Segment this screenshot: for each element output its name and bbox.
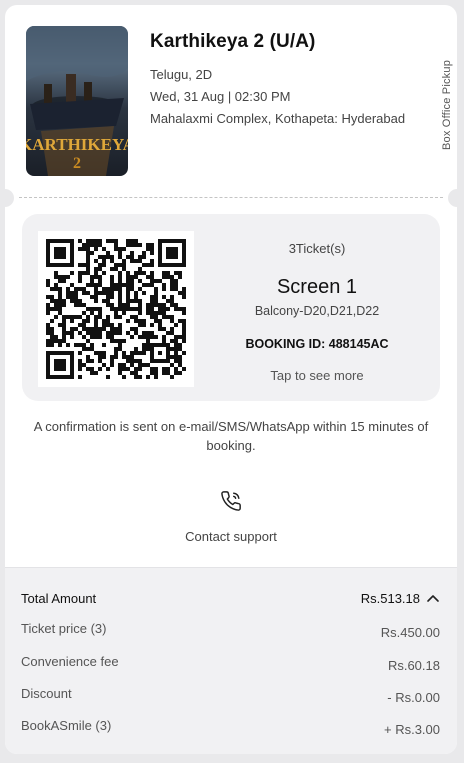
summary-row-ticket-price: Ticket price (3) Rs.450.00 — [21, 621, 440, 640]
language-format: Telugu, 2D — [150, 67, 213, 82]
tap-to-see-more-link[interactable]: Tap to see more — [194, 368, 440, 383]
booking-id: BOOKING ID: 488145AC — [245, 337, 389, 351]
total-amount-row[interactable]: Total Amount Rs.513.18 — [21, 591, 440, 606]
chevron-up-icon[interactable] — [426, 593, 440, 603]
qr-code — [38, 231, 194, 387]
ticket-qr-card[interactable]: 3Ticket(s) Screen 1 Balcony-D20,D21,D22 … — [22, 214, 440, 401]
total-amount-label: Total Amount — [21, 591, 97, 606]
summary-value: + Rs.3.00 — [383, 722, 440, 737]
ticket-notch-left — [5, 189, 14, 207]
ticket-count: 3Ticket(s) — [288, 241, 346, 256]
summary-row-convenience-fee: Convenience fee Rs.60.18 — [21, 654, 440, 673]
poster-number: 2 — [73, 155, 81, 172]
contact-support-link[interactable]: Contact support — [5, 529, 457, 544]
summary-label: BookASmile (3) — [21, 718, 112, 733]
summary-value: Rs.450.00 — [380, 625, 440, 640]
box-office-pickup-label: Box Office Pickup — [441, 59, 453, 150]
movie-poster: KARTHIKEYA 2 — [26, 26, 128, 176]
summary-label: Discount — [21, 686, 72, 701]
movie-title: Karthikeya 2 (U/A) — [150, 31, 316, 52]
phone-icon[interactable] — [220, 490, 242, 512]
ticket-notch-right — [448, 189, 457, 207]
ticket-card: KARTHIKEYA 2 Karthikeya 2 (U/A) Telugu, … — [5, 5, 457, 754]
summary-label: Ticket price (3) — [21, 621, 107, 636]
summary-label: Convenience fee — [21, 654, 119, 669]
venue-name: Mahalaxmi Complex, Kothapeta: Hyderabad — [150, 111, 406, 126]
summary-value: Rs.60.18 — [387, 658, 440, 673]
perforation-divider — [19, 197, 443, 198]
summary-row-bookasmile: BookASmile (3) + Rs.3.00 — [21, 718, 440, 737]
show-datetime: Wed, 31 Aug | 02:30 PM — [150, 89, 291, 104]
summary-value: - Rs.0.00 — [387, 690, 440, 705]
seat-numbers: Balcony-D20,D21,D22 — [254, 304, 380, 318]
summary-row-discount: Discount - Rs.0.00 — [21, 686, 440, 705]
screen-name: Screen 1 — [276, 276, 358, 298]
payment-summary: Total Amount Rs.513.18 Ticket price (3) … — [5, 567, 457, 754]
confirmation-message: A confirmation is sent on e-mail/SMS/Wha… — [33, 419, 429, 453]
poster-title-art: KARTHIKEYA — [26, 135, 128, 154]
